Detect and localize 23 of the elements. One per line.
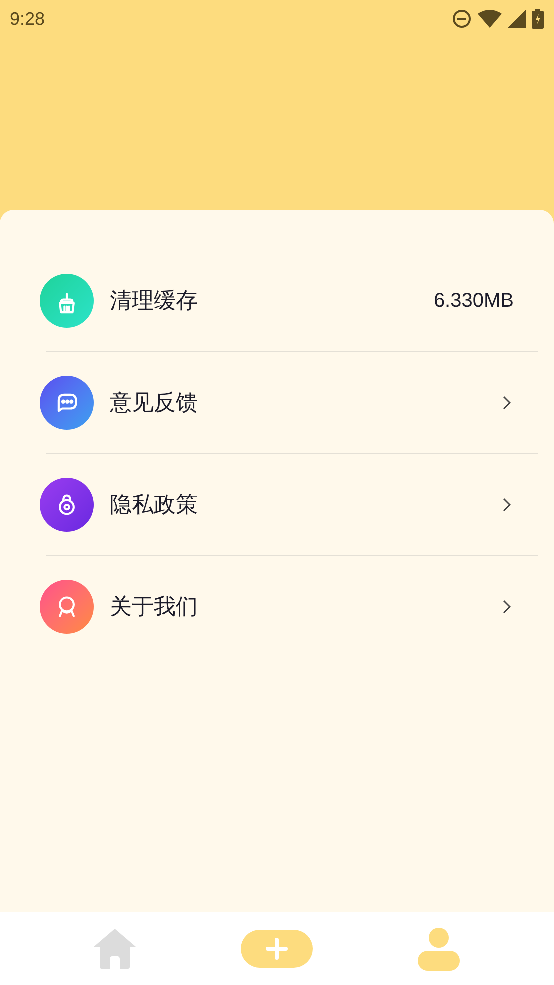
do-not-disturb-icon (452, 9, 472, 29)
broom-icon (40, 274, 94, 328)
padlock-icon (40, 478, 94, 532)
item-label: 关于我们 (110, 593, 199, 621)
chevron-right-icon (502, 598, 512, 614)
medal-icon (40, 580, 94, 634)
settings-item[interactable]: 隐私政策 (0, 454, 554, 555)
add-button[interactable] (241, 930, 313, 968)
chevron-right-icon (502, 496, 512, 512)
chat-bubble-icon (40, 376, 94, 430)
item-label: 意见反馈 (110, 389, 199, 417)
status-time: 9:28 (10, 8, 46, 30)
wifi-icon (478, 10, 502, 28)
settings-item[interactable]: 清理缓存 6.330MB (0, 250, 554, 351)
item-label: 隐私政策 (110, 491, 199, 519)
battery-icon (532, 9, 544, 29)
settings-item[interactable]: 关于我们 (0, 556, 554, 657)
plus-icon (266, 938, 288, 960)
signal-icon (508, 10, 526, 28)
chevron-right-icon (502, 394, 512, 410)
cache-size: 6.330MB (434, 288, 514, 314)
item-label: 清理缓存 (110, 287, 199, 315)
settings-item[interactable]: 意见反馈 (0, 352, 554, 453)
